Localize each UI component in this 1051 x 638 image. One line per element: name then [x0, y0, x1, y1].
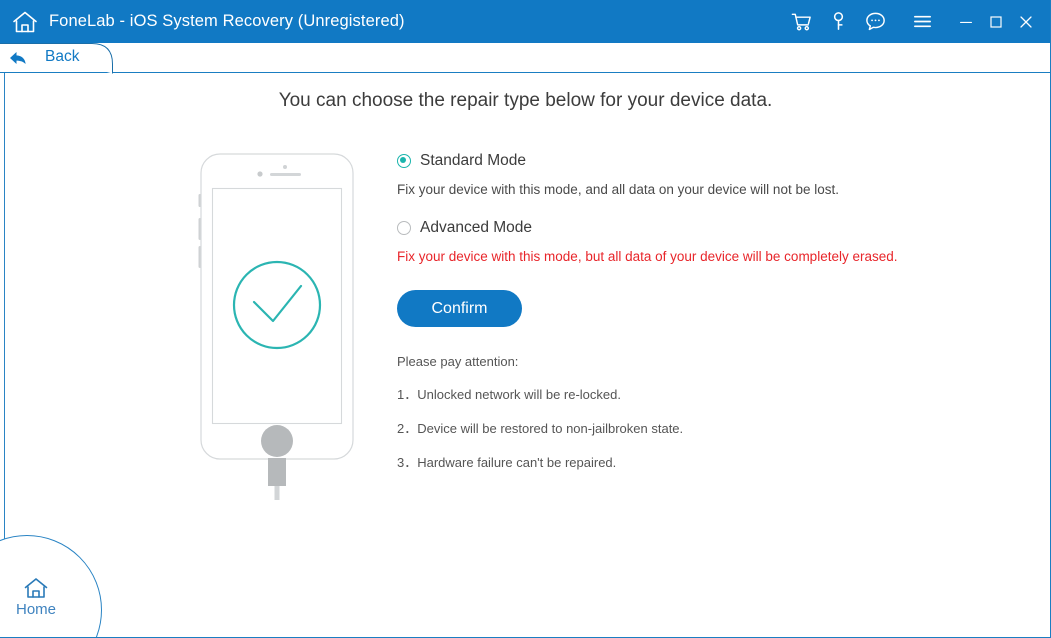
chat-icon[interactable] [863, 9, 888, 34]
menu-icon[interactable] [910, 9, 935, 34]
home-button-label: Home [15, 601, 56, 618]
cart-icon[interactable] [789, 9, 814, 34]
attention-item-number: 1． [397, 387, 418, 402]
back-bar-divider [0, 72, 1050, 73]
maximize-button[interactable] [981, 0, 1011, 43]
attention-item: 2．Device will be restored to non-jailbro… [397, 418, 917, 437]
option-advanced-mode-description: Fix your device with this mode, but all … [397, 249, 898, 264]
option-standard-mode-description: Fix your device with this mode, and all … [397, 182, 839, 197]
app-window: FoneLab - iOS System Recovery (Unregiste… [0, 0, 1051, 638]
option-standard-mode-label: Standard Mode [420, 152, 526, 169]
back-button[interactable]: Back [0, 43, 113, 74]
title-bar-actions [783, 0, 1050, 43]
home-button-content: Home [1, 576, 71, 619]
attention-item-text: Hardware failure can't be repaired. [417, 455, 617, 470]
app-home-icon [11, 9, 39, 35]
back-bar: Back [0, 43, 1050, 74]
attention-item-text: Unlocked network will be re-locked. [417, 387, 621, 402]
radio-standard-mode[interactable] [397, 154, 411, 168]
attention-item: 3．Hardware failure can't be repaired. [397, 452, 917, 471]
device-illustration [197, 150, 377, 502]
radio-advanced-mode[interactable] [397, 221, 411, 235]
page-headline: You can choose the repair type below for… [278, 90, 773, 111]
options-spacer [397, 197, 917, 219]
attention-item-number: 3． [397, 455, 418, 470]
option-standard-mode[interactable]: Standard Mode [397, 152, 917, 170]
attention-title: Please pay attention: [397, 354, 519, 369]
close-button[interactable] [1011, 0, 1041, 43]
back-button-label: Back [45, 48, 80, 65]
window-title: FoneLab - iOS System Recovery (Unregiste… [49, 12, 405, 30]
key-icon[interactable] [826, 9, 851, 34]
option-advanced-mode[interactable]: Advanced Mode [397, 219, 917, 237]
title-bar: FoneLab - iOS System Recovery (Unregiste… [0, 0, 1050, 43]
device-illustration-svg [198, 153, 354, 502]
attention-item: 1．Unlocked network will be re-locked. [397, 384, 917, 403]
option-advanced-mode-label: Advanced Mode [420, 219, 533, 236]
attention-item-text: Device will be restored to non-jailbroke… [417, 421, 684, 436]
repair-options-panel: Standard Mode Fix your device with this … [397, 152, 917, 471]
attention-item-number: 2． [397, 421, 418, 436]
home-button[interactable]: Home [0, 535, 102, 637]
house-icon [23, 576, 49, 600]
minimize-button[interactable] [951, 0, 981, 43]
back-arrow-icon [9, 50, 27, 66]
confirm-button[interactable]: Confirm [397, 290, 522, 327]
